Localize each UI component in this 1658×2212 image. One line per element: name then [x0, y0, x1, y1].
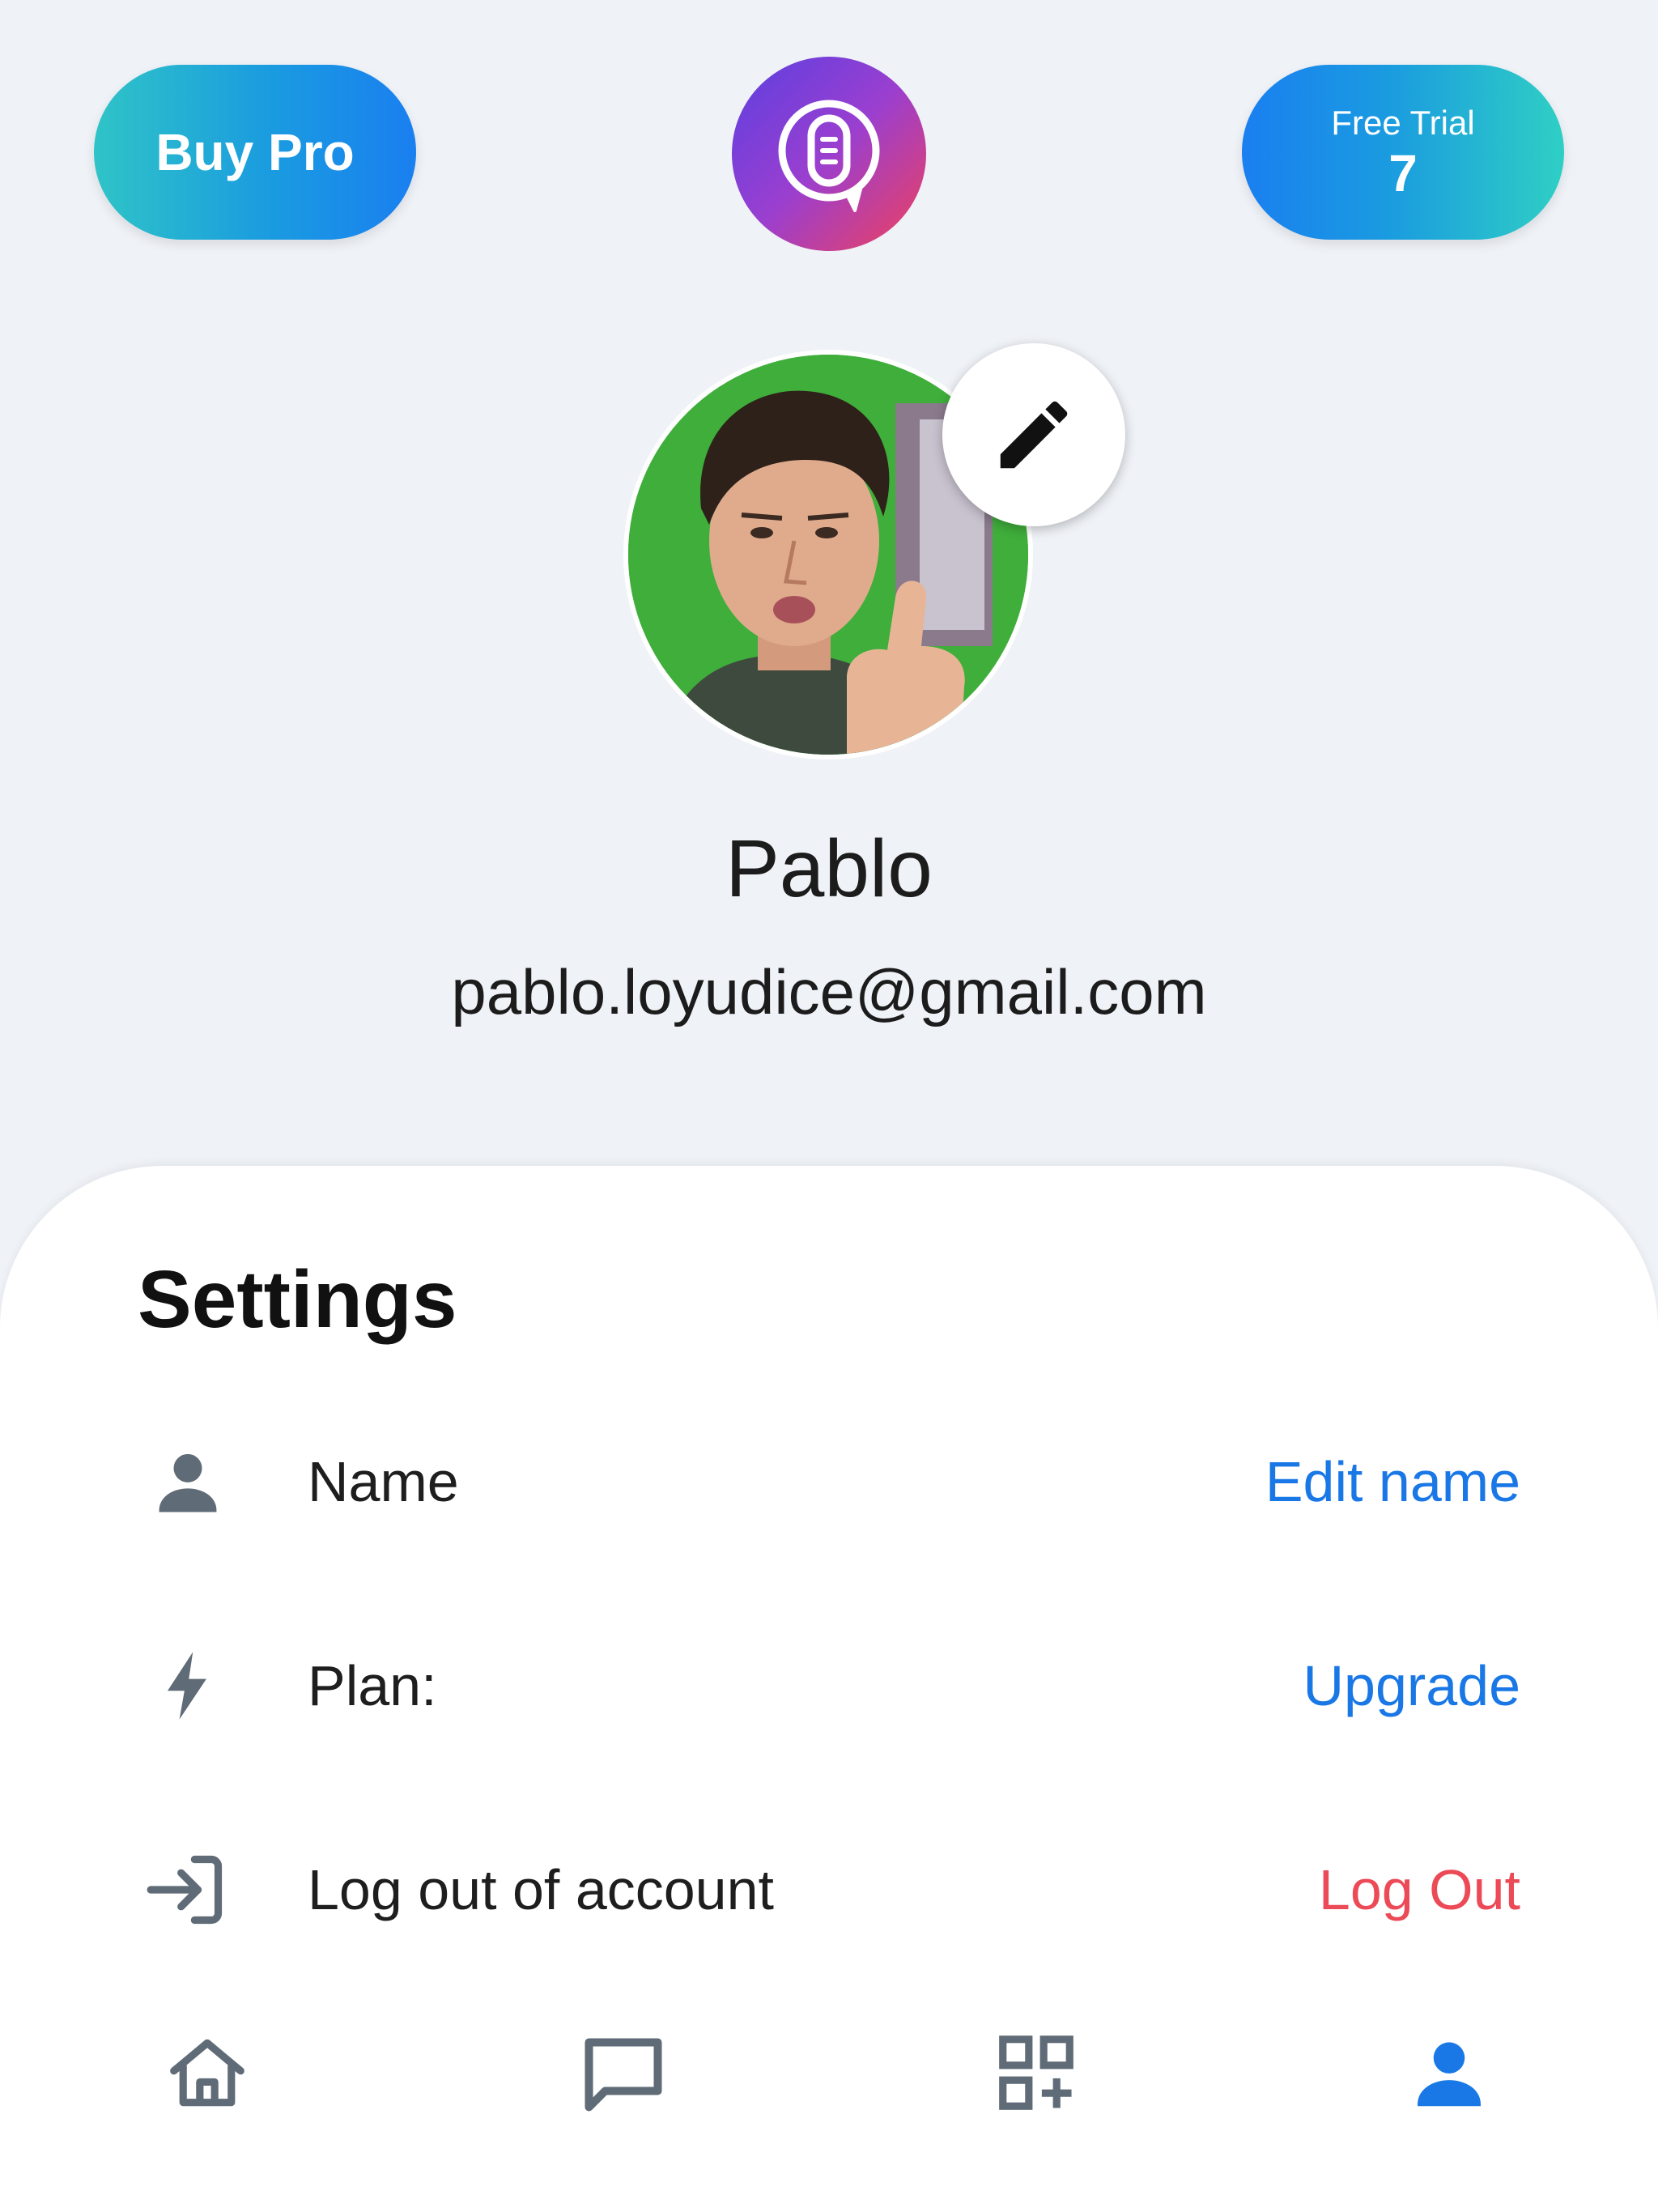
- settings-row-label: Name: [308, 1450, 459, 1513]
- profile-icon: [1418, 2042, 1481, 2107]
- nav-profile[interactable]: [1392, 2016, 1506, 2129]
- add-widget-icon: [999, 2035, 1073, 2110]
- free-trial-badge[interactable]: Free Trial 7: [1242, 65, 1564, 240]
- bottom-navigation: [0, 2008, 1658, 2138]
- person-icon: [139, 1441, 236, 1522]
- buy-pro-button[interactable]: Buy Pro: [94, 65, 416, 240]
- settings-row-label: Log out of account: [308, 1858, 774, 1921]
- nav-widgets[interactable]: [980, 2016, 1093, 2129]
- home-icon: [170, 2039, 244, 2107]
- settings-row-label: Plan:: [308, 1654, 437, 1717]
- free-trial-days-count: 7: [1388, 144, 1418, 202]
- log-out-button[interactable]: Log Out: [1319, 1825, 1520, 1955]
- settings-row-logout: Log out of account Log Out: [0, 1825, 1658, 1955]
- settings-row-plan: Plan: Upgrade: [0, 1621, 1658, 1750]
- buy-pro-label: Buy Pro: [155, 123, 355, 181]
- nav-home[interactable]: [151, 2016, 264, 2129]
- microphone-chat-icon: [778, 100, 880, 212]
- upgrade-link[interactable]: Upgrade: [1303, 1621, 1520, 1750]
- nav-chat[interactable]: [567, 2016, 680, 2129]
- profile-email: pablo.loyudice@gmail.com: [451, 956, 1207, 1027]
- pencil-icon: [1000, 401, 1068, 469]
- profile-name: Pablo: [725, 823, 933, 914]
- login-arrow-icon: [139, 1849, 236, 1930]
- edit-name-link[interactable]: Edit name: [1265, 1417, 1520, 1546]
- free-trial-label: Free Trial: [1331, 104, 1475, 142]
- edit-avatar-button[interactable]: [942, 343, 1125, 526]
- settings-row-name: Name Edit name: [0, 1417, 1658, 1546]
- lightning-icon: [139, 1645, 236, 1726]
- chat-bubble-icon: [585, 2038, 662, 2112]
- app-logo: [732, 57, 926, 251]
- settings-title: Settings: [138, 1254, 457, 1345]
